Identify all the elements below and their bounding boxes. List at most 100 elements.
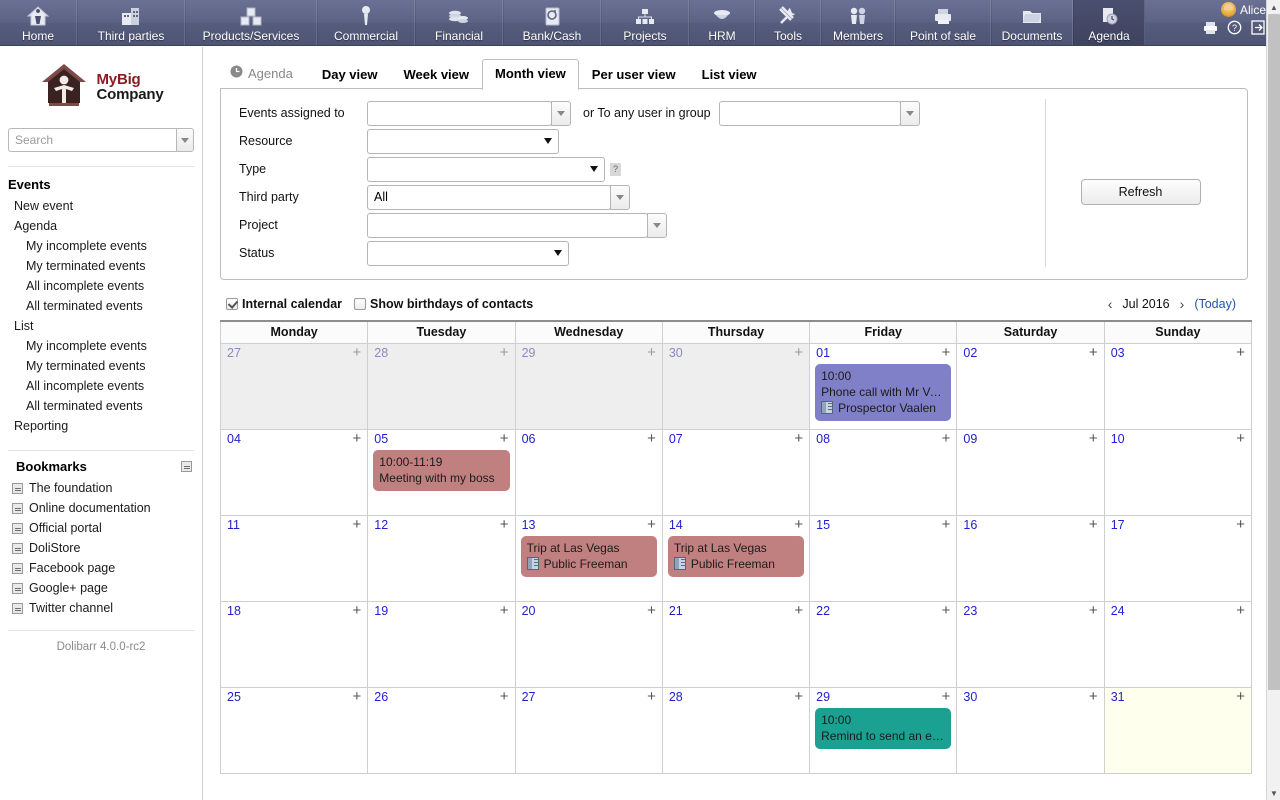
calendar-day-cell[interactable]: 28+ bbox=[662, 687, 809, 773]
calendar-day-cell[interactable]: 11+ bbox=[221, 515, 368, 601]
event-third-party[interactable]: Public Freeman bbox=[674, 556, 798, 572]
calendar-day-cell[interactable]: 18+ bbox=[221, 601, 368, 687]
refresh-button[interactable]: Refresh bbox=[1081, 179, 1201, 205]
add-event-icon[interactable]: + bbox=[942, 604, 953, 617]
add-event-icon[interactable]: + bbox=[353, 432, 364, 445]
company-logo[interactable]: MyBig Company bbox=[0, 47, 202, 128]
day-number[interactable]: 09 bbox=[963, 432, 977, 446]
search-input[interactable] bbox=[8, 128, 176, 152]
event-third-party[interactable]: Public Freeman bbox=[527, 556, 651, 572]
day-number[interactable]: 01 bbox=[816, 346, 830, 360]
calendar-day-cell[interactable]: 15+ bbox=[810, 515, 957, 601]
add-event-icon[interactable]: + bbox=[647, 346, 658, 359]
calendar-day-cell[interactable]: 14+Trip at Las VegasPublic Freeman bbox=[662, 515, 809, 601]
show-birthdays-checkbox[interactable]: Show birthdays of contacts bbox=[354, 297, 533, 311]
assigned-to-select[interactable] bbox=[367, 101, 552, 126]
day-number[interactable]: 04 bbox=[227, 432, 241, 446]
add-event-icon[interactable]: + bbox=[794, 518, 805, 531]
add-event-icon[interactable]: + bbox=[647, 604, 658, 617]
calendar-day-cell[interactable]: 30 + bbox=[662, 343, 809, 429]
calendar-day-cell[interactable]: 03+ bbox=[1104, 343, 1251, 429]
sidebar-item-agenda-all-incomplete[interactable]: All incomplete events bbox=[0, 276, 202, 296]
day-number[interactable]: 06 bbox=[522, 432, 536, 446]
calendar-day-cell[interactable]: 21+ bbox=[662, 601, 809, 687]
add-event-icon[interactable]: + bbox=[1089, 604, 1100, 617]
nav-item-members[interactable]: Members bbox=[821, 0, 895, 45]
print-icon[interactable] bbox=[1203, 21, 1218, 35]
calendar-day-cell[interactable]: 06+ bbox=[515, 429, 662, 515]
scroll-up-arrow[interactable]: ▲ bbox=[1267, 0, 1280, 14]
day-number[interactable]: 28 bbox=[669, 690, 683, 704]
bookmark-the-foundation[interactable]: The foundation bbox=[0, 478, 202, 498]
next-month-arrow[interactable]: › bbox=[1180, 296, 1185, 312]
nav-item-documents[interactable]: Documents bbox=[991, 0, 1073, 45]
add-event-icon[interactable]: + bbox=[1089, 690, 1100, 703]
bookmark-dolistore[interactable]: DoliStore bbox=[0, 538, 202, 558]
status-select[interactable] bbox=[367, 241, 569, 266]
day-number[interactable]: 10 bbox=[1111, 432, 1125, 446]
logout-icon[interactable] bbox=[1251, 20, 1266, 35]
calendar-event[interactable]: Trip at Las VegasPublic Freeman bbox=[668, 536, 804, 577]
add-event-icon[interactable]: + bbox=[942, 432, 953, 445]
add-event-icon[interactable]: + bbox=[794, 604, 805, 617]
sidebar-item-agenda[interactable]: Agenda bbox=[0, 216, 202, 236]
bookmark-facebook-page[interactable]: Facebook page bbox=[0, 558, 202, 578]
calendar-day-cell[interactable]: 12+ bbox=[368, 515, 515, 601]
calendar-day-cell[interactable]: 30 + bbox=[957, 687, 1104, 773]
calendar-day-cell[interactable]: 02+ bbox=[957, 343, 1104, 429]
sidebar-item-list-my-terminated[interactable]: My terminated events bbox=[0, 356, 202, 376]
resource-select[interactable] bbox=[367, 129, 559, 154]
add-event-icon[interactable]: + bbox=[794, 346, 805, 359]
add-event-icon[interactable]: + bbox=[353, 690, 364, 703]
group-select[interactable] bbox=[719, 101, 901, 126]
day-number[interactable]: 12 bbox=[374, 518, 388, 532]
add-event-icon[interactable]: + bbox=[500, 432, 511, 445]
day-number[interactable]: 13 bbox=[522, 518, 536, 532]
scroll-down-arrow[interactable]: ▼ bbox=[1267, 786, 1280, 800]
nav-item-agenda[interactable]: Agenda bbox=[1073, 0, 1145, 45]
day-number[interactable]: 02 bbox=[963, 346, 977, 360]
add-event-icon[interactable]: + bbox=[1236, 604, 1247, 617]
calendar-day-cell[interactable]: 24+ bbox=[1104, 601, 1251, 687]
add-event-icon[interactable]: + bbox=[353, 346, 364, 359]
sidebar-item-new-event[interactable]: New event bbox=[0, 196, 202, 216]
assigned-to-dropdown-arrow[interactable] bbox=[551, 101, 571, 126]
add-event-icon[interactable]: + bbox=[1236, 518, 1247, 531]
calendar-day-cell[interactable]: 04 + bbox=[221, 429, 368, 515]
add-event-icon[interactable]: + bbox=[647, 690, 658, 703]
add-event-icon[interactable]: + bbox=[1236, 690, 1247, 703]
calendar-event[interactable]: 10:00Remind to send an e… bbox=[815, 708, 951, 749]
add-event-icon[interactable]: + bbox=[353, 604, 364, 617]
day-number[interactable]: 05 bbox=[374, 432, 388, 446]
add-event-icon[interactable]: + bbox=[942, 518, 953, 531]
calendar-day-cell[interactable]: 08+ bbox=[810, 429, 957, 515]
calendar-day-cell[interactable]: 05+10:00-11:19Meeting with my boss bbox=[368, 429, 515, 515]
group-dropdown-arrow[interactable] bbox=[900, 101, 920, 126]
tab-month-view[interactable]: Month view bbox=[482, 59, 579, 90]
add-event-icon[interactable]: + bbox=[500, 604, 511, 617]
calendar-day-cell[interactable]: 23+ bbox=[957, 601, 1104, 687]
today-link[interactable]: (Today) bbox=[1194, 297, 1236, 311]
sidebar-item-agenda-all-terminated[interactable]: All terminated events bbox=[0, 296, 202, 316]
calendar-day-cell[interactable]: 10+ bbox=[1104, 429, 1251, 515]
day-number[interactable]: 25 bbox=[227, 690, 241, 704]
search-dropdown-button[interactable] bbox=[176, 128, 194, 152]
day-number[interactable]: 22 bbox=[816, 604, 830, 618]
add-event-icon[interactable]: + bbox=[794, 432, 805, 445]
sidebar-item-list-my-incomplete[interactable]: My incomplete events bbox=[0, 336, 202, 356]
day-number[interactable]: 03 bbox=[1111, 346, 1125, 360]
project-select[interactable] bbox=[367, 213, 648, 238]
third-party-select[interactable]: All bbox=[367, 185, 611, 210]
sidebar-item-agenda-my-incomplete[interactable]: My incomplete events bbox=[0, 236, 202, 256]
add-bookmark-icon[interactable] bbox=[181, 461, 192, 472]
calendar-day-cell[interactable]: 13+Trip at Las VegasPublic Freeman bbox=[515, 515, 662, 601]
add-event-icon[interactable]: + bbox=[1089, 518, 1100, 531]
calendar-day-cell[interactable]: 17+ bbox=[1104, 515, 1251, 601]
day-number[interactable]: 20 bbox=[522, 604, 536, 618]
nav-item-tools[interactable]: Tools bbox=[755, 0, 821, 45]
nav-item-point-of-sale[interactable]: Point of sale bbox=[895, 0, 991, 45]
day-number[interactable]: 30 bbox=[669, 346, 683, 360]
add-event-icon[interactable]: + bbox=[942, 690, 953, 703]
day-number[interactable]: 30 bbox=[963, 690, 977, 704]
add-event-icon[interactable]: + bbox=[500, 690, 511, 703]
